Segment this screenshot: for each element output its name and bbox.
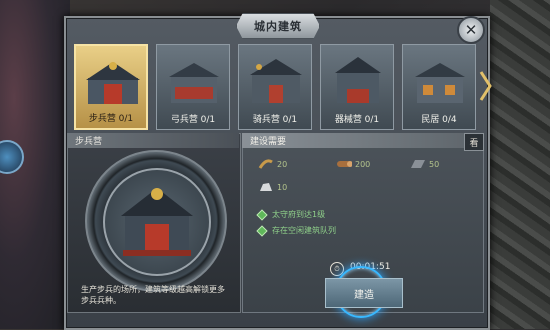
requirement-text: 存在空闲建筑队列 xyxy=(272,226,336,235)
card-infantry-camp[interactable]: 步兵营 0/1 xyxy=(74,44,148,130)
card-residence[interactable]: 民居 0/4 xyxy=(402,44,476,130)
archer-camp-icon xyxy=(169,63,219,103)
food-icon xyxy=(258,159,273,169)
building-detail-header: 步兵营 xyxy=(67,133,239,148)
resource-value: 10 xyxy=(277,182,288,192)
requirement-text: 太守府到达1级 xyxy=(272,210,326,219)
check-diamond-icon xyxy=(256,208,268,221)
resource-value: 50 xyxy=(429,159,440,169)
card-label: 民居 0/4 xyxy=(421,115,457,125)
resource-food: 20 xyxy=(258,158,287,170)
background-right xyxy=(490,0,550,329)
build-button[interactable]: 建造 xyxy=(325,278,403,308)
building-detail-title: 步兵营 xyxy=(75,137,103,147)
resource-stone: 10 xyxy=(258,181,287,193)
resource-value: 20 xyxy=(277,159,288,169)
card-label: 骑兵营 0/1 xyxy=(252,115,298,125)
requirements-title: 建设需要 xyxy=(250,137,287,147)
infantry-camp-large-icon xyxy=(121,188,193,256)
siege-camp-icon xyxy=(335,57,381,103)
card-label: 弓兵营 0/1 xyxy=(170,115,216,125)
infantry-camp-icon xyxy=(86,62,140,104)
check-diamond-icon xyxy=(256,224,268,237)
card-siege-camp[interactable]: 器械营 0/1 xyxy=(320,44,394,130)
requirement-item: 太守府到达1级 xyxy=(256,208,326,221)
requirement-item: 存在空闲建筑队列 xyxy=(256,224,336,237)
card-label: 器械营 0/1 xyxy=(334,115,380,125)
building-list: 步兵营 0/1 弓兵营 0/1 骑兵营 0/1 器械营 0/1 民居 0/4 xyxy=(74,44,476,130)
close-icon: ✕ xyxy=(464,21,478,39)
close-button[interactable]: ✕ xyxy=(457,16,485,44)
card-cavalry-camp[interactable]: 骑兵营 0/1 xyxy=(238,44,312,130)
resource-wood: 200 xyxy=(336,158,370,170)
wood-icon xyxy=(337,161,352,167)
view-tab[interactable]: 看 xyxy=(464,133,484,151)
requirements-header: 建设需要 xyxy=(242,133,482,148)
panel-title-plate: 城内建筑 xyxy=(236,13,320,39)
scroll-right-arrow-icon[interactable] xyxy=(478,70,492,102)
resource-iron: 50 xyxy=(410,158,439,170)
cavalry-camp-icon xyxy=(250,59,302,103)
card-archer-camp[interactable]: 弓兵营 0/1 xyxy=(156,44,230,130)
building-preview xyxy=(103,168,211,276)
building-description: 生产步兵的场所，建筑等级越高解锁更多步兵兵种。 xyxy=(81,285,225,305)
resource-value: 200 xyxy=(355,159,371,169)
card-label: 步兵营 0/1 xyxy=(88,114,134,124)
residence-icon xyxy=(415,63,465,103)
iron-icon xyxy=(411,160,425,168)
panel-title: 城内建筑 xyxy=(254,20,302,33)
build-button-label: 建造 xyxy=(354,289,374,301)
stone-icon xyxy=(260,183,272,191)
